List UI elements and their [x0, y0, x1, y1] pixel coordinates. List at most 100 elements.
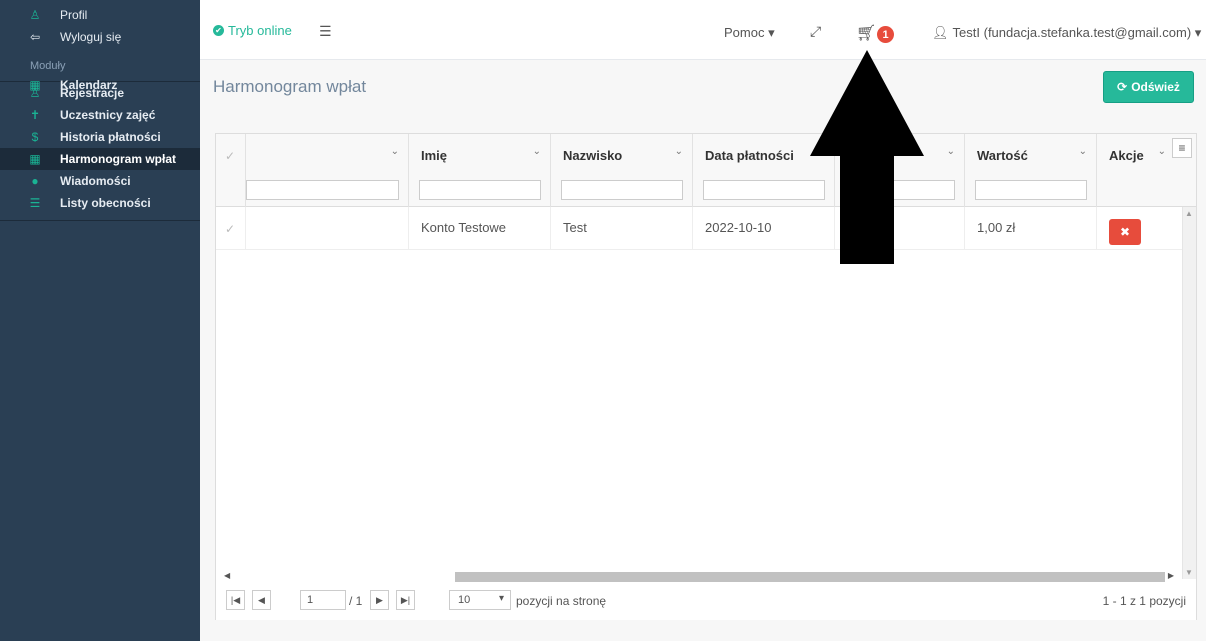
- user-icon: ♙: [29, 86, 41, 100]
- page-size-select[interactable]: 10 ▾: [449, 590, 511, 610]
- cell-akcje: ✖: [1097, 207, 1182, 250]
- cell-value: Konto Testowe: [421, 220, 507, 235]
- chevron-down-icon[interactable]: ⌄: [533, 146, 541, 157]
- sidebar-item-rejestracje[interactable]: ♙ Rejestracje: [0, 82, 200, 104]
- grid-header: ✓ ⌄ Imię ⌄ Nazwisko ⌄ Data płatności ⌄ W…: [216, 134, 1196, 207]
- chevron-down-icon[interactable]: ⌄: [1158, 146, 1166, 157]
- sidebar-item-profil[interactable]: ♙ Profil: [0, 4, 200, 26]
- select-all-column[interactable]: ✓: [216, 134, 246, 207]
- chevron-down-icon: ▾: [498, 593, 504, 604]
- sidebar: ♙ Profil ⇦ Wyloguj się Moduły ▦ Kalendar…: [0, 0, 200, 641]
- online-status[interactable]: ✔ Tryb online: [213, 23, 292, 38]
- sidebar-item-label: Historia płatności: [60, 130, 161, 144]
- page-title: Harmonogram wpłat: [213, 77, 367, 96]
- chevron-down-icon[interactable]: ⌄: [947, 146, 955, 157]
- cart-icon[interactable]: 🛒︎: [856, 23, 876, 43]
- sidebar-item-label: Wyloguj się: [60, 30, 122, 44]
- cell-nazwisko: Test: [551, 207, 693, 250]
- sidebar-item-label: Profil: [60, 8, 88, 22]
- column-header-akcje[interactable]: Akcje ⌄: [1097, 134, 1182, 207]
- column-title: Wartość: [977, 148, 1028, 163]
- filter-input[interactable]: [246, 180, 399, 200]
- sidebar-item-uczestnicy[interactable]: ✝ Uczestnicy zajęć: [0, 104, 200, 126]
- dollar-icon: $: [31, 130, 39, 144]
- fullscreen-icon[interactable]: ⤢: [810, 23, 821, 40]
- scrollbar-thumb[interactable]: [455, 572, 1165, 582]
- refresh-icon: ⟳: [1117, 80, 1128, 94]
- cell: [246, 207, 409, 250]
- row-select[interactable]: ✓: [216, 207, 246, 250]
- sidebar-item-label: Uczestnicy zajęć: [60, 108, 156, 122]
- sidebar-item-label: Rejestracje: [60, 86, 125, 100]
- column-header-wartosc[interactable]: Wartość ⌄: [965, 134, 1097, 207]
- scroll-left-icon[interactable]: ◀: [224, 571, 230, 580]
- chevron-down-icon[interactable]: ⌄: [1079, 146, 1087, 157]
- logout-icon: ⇦: [29, 30, 41, 44]
- sidebar-item-wiadomosci[interactable]: ● Wiadomości: [0, 170, 200, 192]
- next-page-button[interactable]: ▶: [370, 590, 389, 610]
- sidebar-item-harmonogram[interactable]: ▦ Harmonogram wpłat: [0, 148, 200, 170]
- last-page-button[interactable]: ▶|: [396, 590, 415, 610]
- sidebar-item-historia[interactable]: $ Historia płatności: [0, 126, 200, 148]
- online-label: Tryb online: [228, 23, 292, 38]
- sidebar-item-label: Wiadomości: [60, 174, 131, 188]
- calendar-icon: ▦: [29, 152, 41, 166]
- sidebar-item-label: Harmonogram wpłat: [60, 152, 177, 166]
- user-icon: ♙: [29, 8, 41, 22]
- close-icon: ✖: [1119, 225, 1131, 239]
- payments-grid: ✓ ⌄ Imię ⌄ Nazwisko ⌄ Data płatności ⌄ W…: [215, 133, 1197, 620]
- page-size-value: 10: [458, 594, 471, 606]
- cart-count-badge[interactable]: 1: [877, 26, 894, 43]
- grid-menu-icon[interactable]: ≡: [1172, 138, 1192, 158]
- vertical-scrollbar[interactable]: ▲ ▼: [1182, 207, 1196, 579]
- prev-page-button[interactable]: ◀: [252, 590, 271, 610]
- column-header-0[interactable]: ⌄: [246, 134, 409, 207]
- cell-value: Test: [563, 220, 587, 235]
- annotation-arrow: [810, 50, 924, 264]
- top-navbar: ✔ Tryb online ☰ Pomoc ▾ ⤢ 🛒︎ 1 👤︎ TestI (…: [200, 0, 1206, 60]
- sidebar-item-label: Listy obecności: [60, 196, 151, 210]
- sidebar-divider: [0, 220, 200, 221]
- delete-button[interactable]: ✖: [1109, 219, 1141, 245]
- user-email: (fundacja.stefanka.test@gmail.com) ▾: [983, 25, 1202, 40]
- filter-input[interactable]: [561, 180, 683, 200]
- first-page-button[interactable]: |◀: [226, 590, 245, 610]
- filter-input[interactable]: [975, 180, 1087, 200]
- scroll-up-icon[interactable]: ▲: [1185, 209, 1193, 218]
- checkmark-icon: ✓: [225, 149, 236, 163]
- column-title: Akcje: [1109, 148, 1144, 163]
- cell-wartosc: 1,00 zł: [965, 207, 1097, 250]
- column-title: Data płatności: [705, 148, 794, 163]
- page-size-label: pozycji na stronę: [516, 594, 607, 608]
- pager-info: 1 - 1 z 1 pozycji: [1102, 594, 1186, 608]
- chevron-down-icon[interactable]: ⌄: [675, 146, 683, 157]
- user-name: TestI: [952, 25, 980, 40]
- chevron-down-icon[interactable]: ⌄: [391, 146, 399, 157]
- page-input[interactable]: 1: [300, 590, 346, 610]
- scroll-down-icon[interactable]: ▼: [1185, 568, 1193, 577]
- column-title: Nazwisko: [563, 148, 623, 163]
- filter-input[interactable]: [419, 180, 541, 200]
- user-icon: 👤︎: [932, 25, 949, 40]
- column-title: Imię: [421, 148, 448, 163]
- help-dropdown[interactable]: Pomoc ▾: [724, 25, 775, 41]
- sidebar-item-logout[interactable]: ⇦ Wyloguj się: [0, 26, 200, 48]
- check-circle-icon: ✔: [213, 25, 224, 36]
- column-header-imie[interactable]: Imię ⌄: [409, 134, 551, 207]
- cell-imie: Konto Testowe: [409, 207, 551, 250]
- table-row[interactable]: ✓ Konto Testowe Test 2022-10-10 1,00 zł: [216, 207, 1182, 250]
- refresh-label: Odśwież: [1131, 80, 1180, 94]
- refresh-button[interactable]: ⟳ Odśwież: [1103, 71, 1194, 103]
- user-menu[interactable]: 👤︎ TestI (fundacja.stefanka.test@gmail.co…: [932, 25, 1201, 41]
- scroll-right-icon[interactable]: ▶: [1168, 571, 1174, 580]
- menu-toggle-icon[interactable]: ☰: [319, 23, 332, 40]
- main-content: Harmonogram wpłat ⟳ Odśwież ✓ ⌄ Imię ⌄ N…: [200, 60, 1206, 641]
- filter-input[interactable]: [703, 180, 825, 200]
- horizontal-scrollbar[interactable]: ◀ ▶: [216, 570, 1182, 584]
- cell-value: 2022-10-10: [705, 220, 772, 235]
- sidebar-item-listy[interactable]: ☰ Listy obecności: [0, 192, 200, 214]
- column-header-nazwisko[interactable]: Nazwisko ⌄: [551, 134, 693, 207]
- person-icon: ✝: [29, 108, 41, 122]
- list-icon: ☰: [29, 196, 41, 210]
- pager: |◀ ◀ 1 / 1 ▶ ▶| 10 ▾ pozycji na stronę 1…: [216, 586, 1196, 620]
